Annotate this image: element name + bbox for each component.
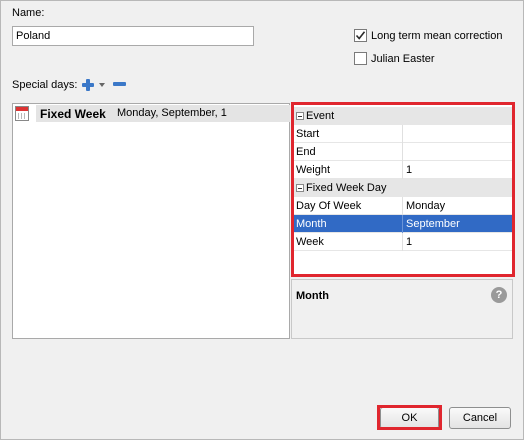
description-panel: Month ? [291,279,513,339]
chevron-down-icon[interactable] [99,83,105,87]
julian-easter-checkbox[interactable]: Julian Easter [354,52,435,65]
highlight-outline [291,102,515,277]
help-icon[interactable]: ? [491,287,507,303]
special-days-list[interactable]: Fixed Week Monday, September, 1 [12,103,290,339]
plus-icon[interactable] [81,78,95,92]
long-term-label: Long term mean correction [371,29,503,42]
dialog: Name: Poland Long term mean correction J… [0,0,524,440]
list-item[interactable]: Fixed Week Monday, September, 1 [14,105,290,122]
minus-icon[interactable] [113,82,126,86]
checkbox-checked-icon[interactable] [354,29,367,42]
cancel-button[interactable]: Cancel [449,407,511,429]
highlight-outline [377,405,442,430]
special-days-label: Special days: [12,79,78,91]
description-title: Month [296,290,329,302]
long-term-checkbox[interactable]: Long term mean correction [354,29,502,42]
julian-easter-label: Julian Easter [371,52,435,65]
list-item-title: Fixed Week [40,107,106,121]
calendar-icon [15,106,29,121]
list-item-detail: Monday, September, 1 [117,107,227,119]
checkbox-unchecked-icon[interactable] [354,52,367,65]
name-input[interactable]: Poland [12,26,254,46]
name-label: Name: [12,7,45,19]
